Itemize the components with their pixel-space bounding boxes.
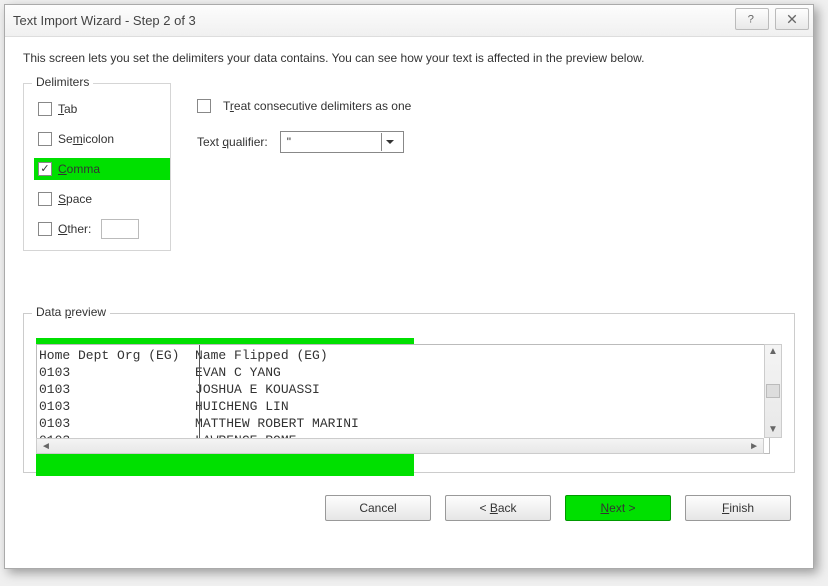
text-qualifier-label: Text qualifier: [197,135,268,149]
semicolon-checkbox[interactable] [38,132,52,146]
titlebar: Text Import Wizard - Step 2 of 3 ? [5,5,813,37]
space-label: Space [58,192,92,206]
dropdown-arrow-icon [381,133,399,151]
comma-checkbox[interactable] [38,162,52,176]
scroll-right-icon[interactable]: ► [749,441,759,452]
comma-label: Comma [58,162,100,176]
next-button[interactable]: Next > [565,495,671,521]
data-preview-legend: Data preview [32,305,110,319]
preview-content: Home Dept Org (EG) Name Flipped (EG) 010… [37,345,769,449]
space-checkbox-row[interactable]: Space [34,188,170,210]
other-delimiter-input[interactable] [101,219,139,239]
treat-consecutive-row[interactable]: Treat consecutive delimiters as one [197,99,411,113]
delimiters-legend: Delimiters [32,75,93,89]
finish-button[interactable]: Finish [685,495,791,521]
data-preview-fieldset: Data preview Home Dept Org (EG) Name Fli… [23,313,795,473]
scroll-thumb[interactable] [766,384,780,398]
scroll-up-icon[interactable]: ▲ [768,345,778,359]
text-qualifier-value: " [287,135,291,149]
cancel-button[interactable]: Cancel [325,495,431,521]
tab-label: Tab [58,102,77,116]
delimiters-fieldset: Delimiters Tab Semicolon Comma [23,83,171,251]
comma-checkbox-row[interactable]: Comma [34,158,170,180]
other-label: Other: [58,222,91,236]
semicolon-checkbox-row[interactable]: Semicolon [34,128,170,150]
tab-checkbox[interactable] [38,102,52,116]
vertical-scrollbar[interactable]: ▲ ▼ [764,344,782,438]
svg-text:?: ? [748,14,754,26]
close-button[interactable] [775,8,809,30]
other-checkbox-row[interactable]: Other: [34,218,170,240]
instruction-text: This screen lets you set the delimiters … [23,51,795,65]
back-button[interactable]: < Back [445,495,551,521]
text-import-wizard-dialog: Text Import Wizard - Step 2 of 3 ? This … [4,4,814,569]
horizontal-scrollbar[interactable]: ◄ ► [36,438,764,454]
treat-consecutive-checkbox[interactable] [197,99,211,113]
column-separator [199,345,200,453]
text-qualifier-select[interactable]: " [280,131,404,153]
other-checkbox[interactable] [38,222,52,236]
semicolon-label: Semicolon [58,132,114,146]
scroll-left-icon[interactable]: ◄ [41,441,51,452]
treat-consecutive-label: Treat consecutive delimiters as one [223,99,411,113]
tab-checkbox-row[interactable]: Tab [34,98,170,120]
dialog-title: Text Import Wizard - Step 2 of 3 [13,13,196,28]
help-button[interactable]: ? [735,8,769,30]
scroll-down-icon[interactable]: ▼ [768,423,778,437]
space-checkbox[interactable] [38,192,52,206]
